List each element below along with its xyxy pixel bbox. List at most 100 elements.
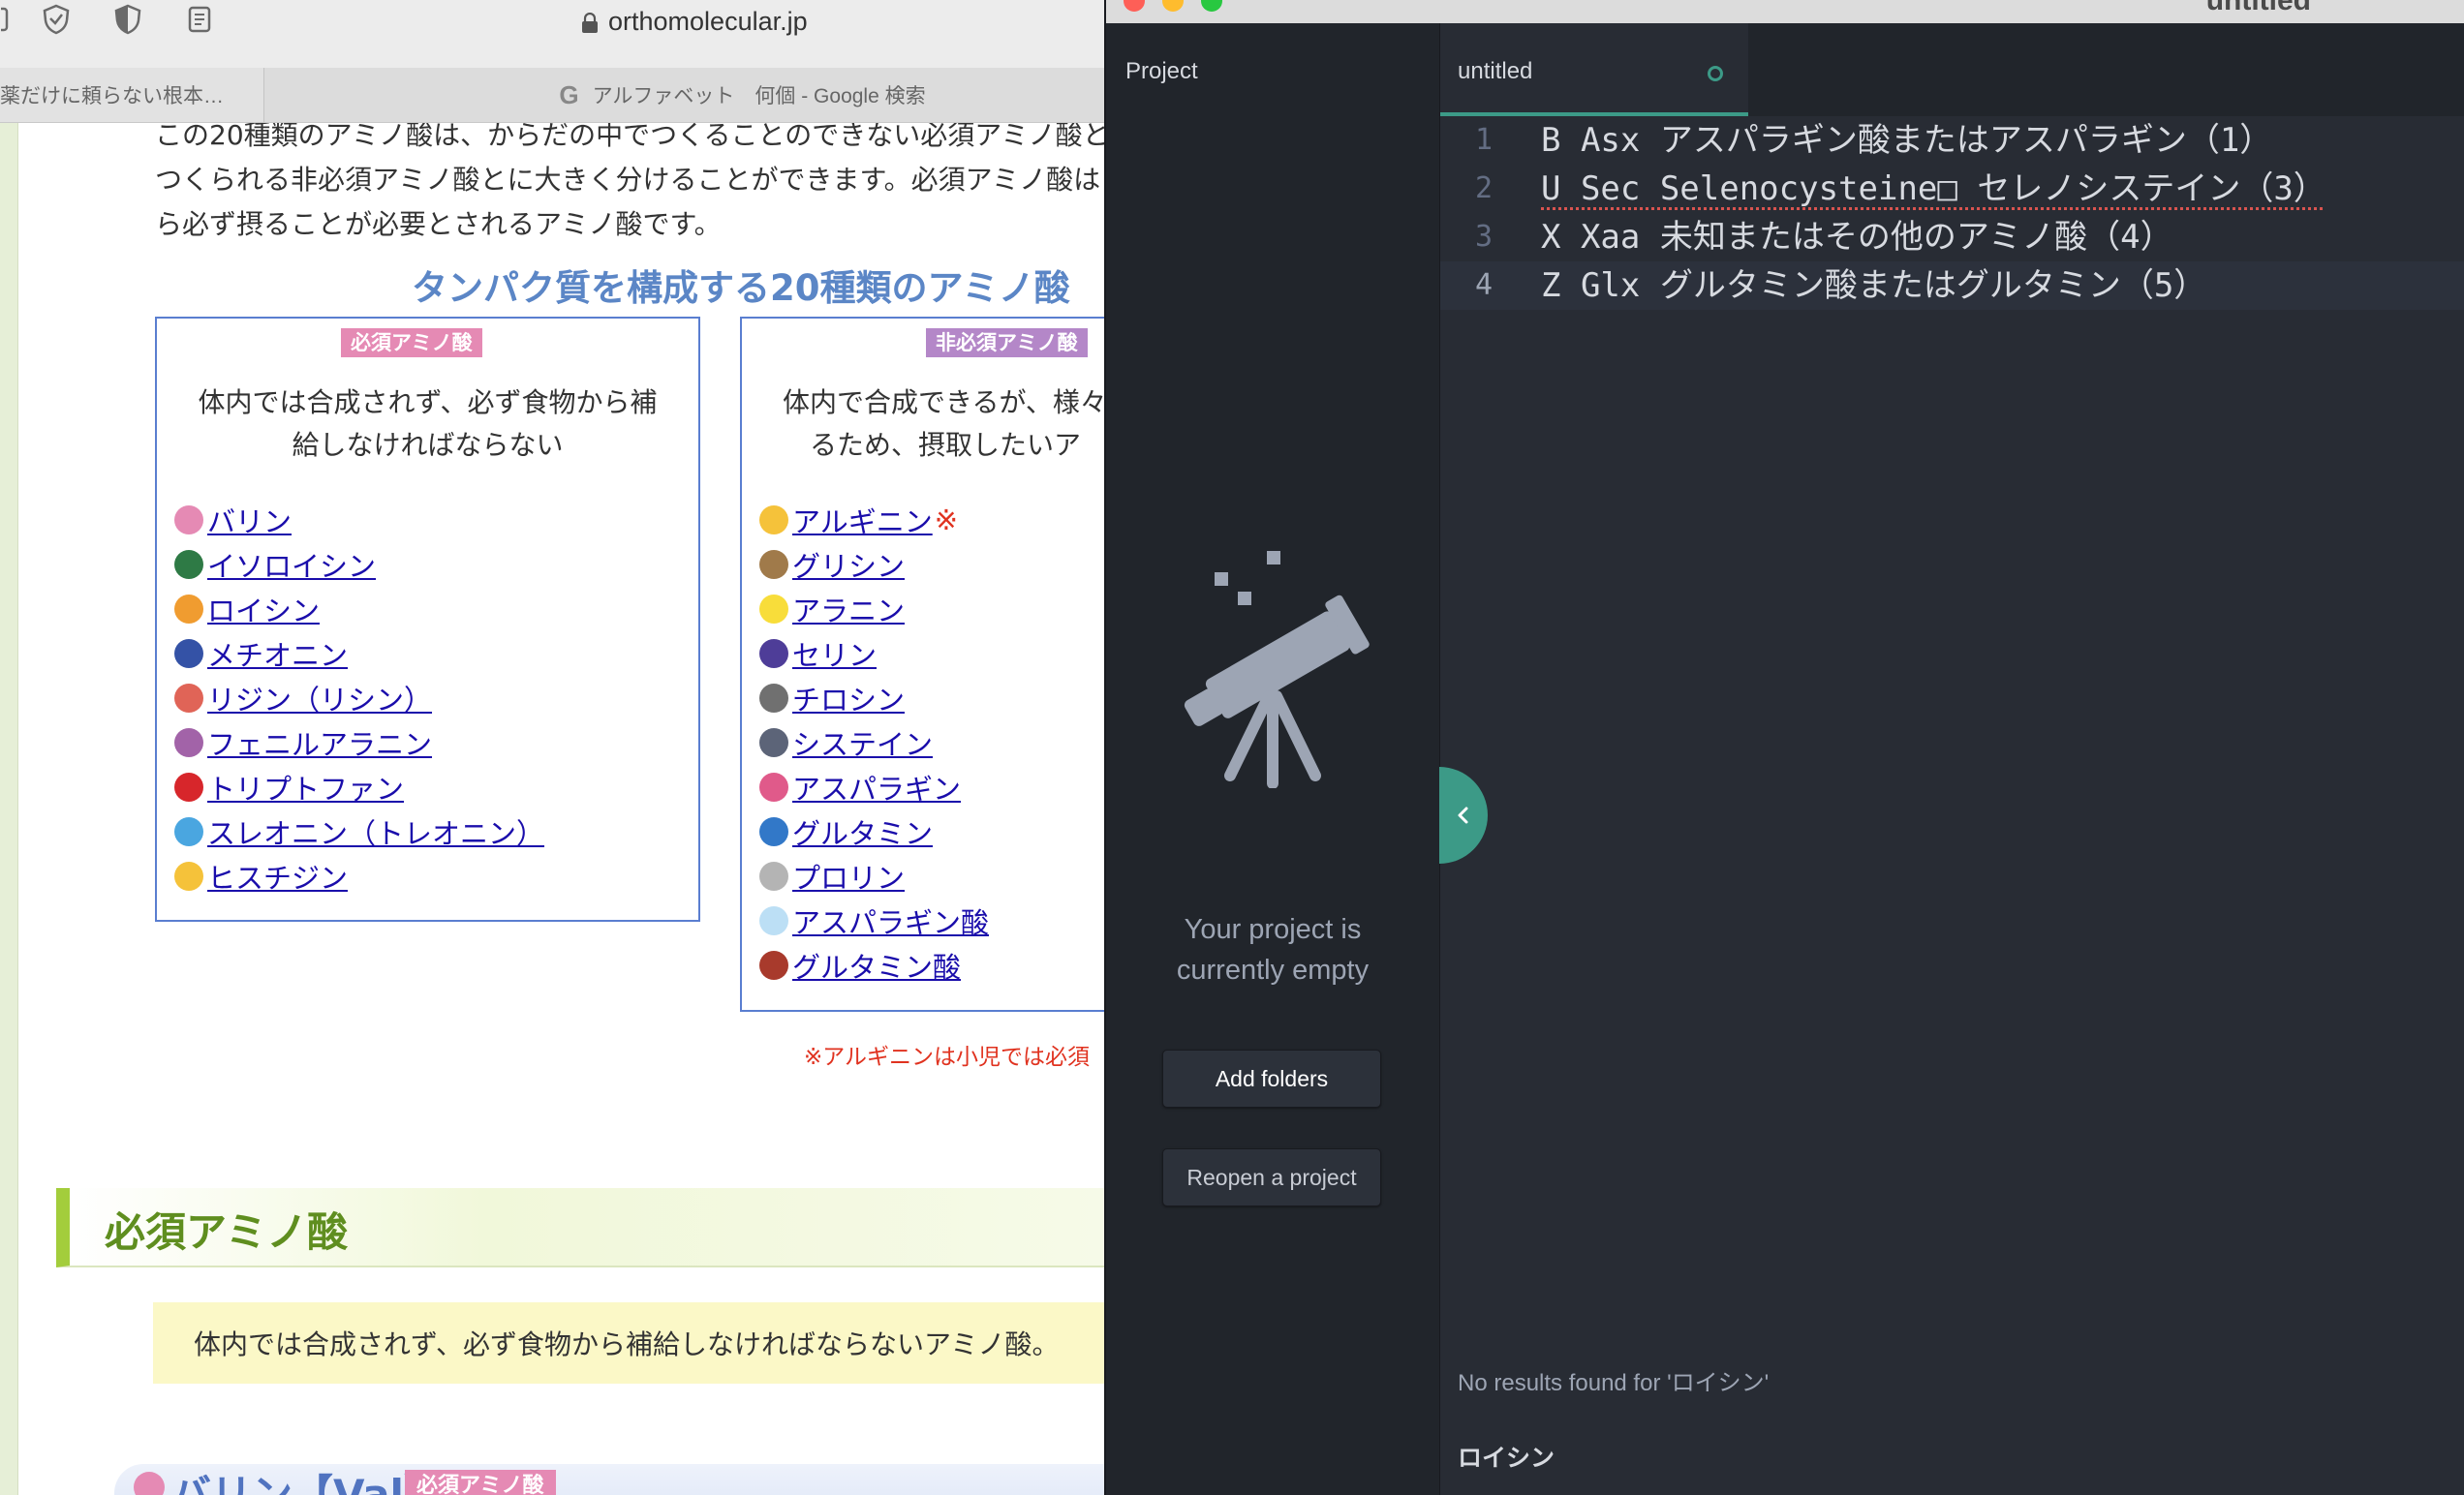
reopen-project-button[interactable]: Reopen a project (1162, 1148, 1381, 1206)
amino-acid-link[interactable]: トリプトファン (207, 767, 404, 808)
color-dot-icon (759, 550, 788, 579)
color-dot-icon (174, 639, 203, 668)
amino-acid-link[interactable]: ロイシン (207, 589, 320, 629)
amino-acid-link[interactable]: イソロイシン (207, 544, 376, 585)
code-editor[interactable]: 1 B Asx アスパラギン酸またはアスパラギン（1） 2 U Sec Selenoc… (1440, 116, 2464, 310)
amino-list-item: トリプトファン (174, 765, 544, 809)
amino-acid-link[interactable]: スレオニン（トレオニン） (207, 811, 544, 852)
amino-acid-link[interactable]: メチオニン (207, 633, 348, 674)
code-line[interactable]: 4 Z Glx グルタミン酸またはグルタミン（5） (1440, 261, 2464, 310)
tab-untitled[interactable]: untitled (1440, 23, 1748, 116)
line-text: B Asx アスパラギン酸またはアスパラギン（1） (1541, 121, 2273, 160)
editor-tab-bar: untitled (1440, 23, 2464, 116)
nonessential-amino-box: 非必須アミノ酸 体内で合成できるが、様々 るため、摂取したいア アルギニン ※ グリ… (740, 317, 1104, 1012)
amino-list-item: グルタミン酸 (759, 943, 989, 988)
amino-list-item: アスパラギン (759, 765, 989, 809)
editor-window: untitled Project Your project is current… (1104, 0, 2464, 1495)
color-dot-icon (759, 595, 788, 624)
arginine-note: ※アルギニンは小児では必須 (804, 1045, 1091, 1070)
amino-list-item: アスパラギン酸 (759, 899, 989, 943)
amino-acid-link[interactable]: セリン (792, 633, 877, 674)
color-dot-icon (174, 595, 203, 624)
valine-heading: バリン【Val】 必須アミノ酸 (114, 1464, 1104, 1495)
amino-acid-heading: タンパク質を構成する20種類のアミノ酸 (412, 267, 1070, 309)
url-text: orthomolecular.jp (608, 6, 808, 36)
essential-amino-list: バリン イソロイシン ロイシン メチオニン リジン（リシン） フェニルアラニン トリプトファ… (174, 498, 544, 899)
amino-list-item: メチオニン (174, 631, 544, 676)
color-dot-icon (759, 505, 788, 534)
modified-indicator-icon[interactable] (1708, 66, 1723, 81)
line-number: 1 (1474, 123, 1493, 157)
zoom-window-button[interactable] (1201, 0, 1222, 12)
amino-acid-link[interactable]: アラニン (792, 589, 905, 629)
color-dot-icon (174, 728, 203, 757)
editor-titlebar: untitled (1106, 0, 2464, 24)
browser-tab[interactable]: 薬だけに頼らない根本… (0, 68, 263, 122)
amino-list-item: フェニルアラニン (174, 720, 544, 765)
color-dot-icon (174, 550, 203, 579)
amino-list-item: ロイシン (174, 587, 544, 631)
nonessential-description: 体内で合成できるが、様々 るため、摂取したいア (783, 386, 1104, 461)
project-panel-title: Project (1125, 58, 1198, 84)
amino-acid-link[interactable]: グルタミン (792, 811, 933, 852)
browser-tab-bar: 薬だけに頼らない根本… G アルファベット 何個 - Google 検索 (0, 68, 1104, 123)
color-dot-icon (174, 505, 203, 534)
amino-acid-link[interactable]: バリン (207, 500, 292, 540)
color-dot-icon (759, 951, 788, 980)
code-line[interactable]: 1 B Asx アスパラギン酸またはアスパラギン（1） (1440, 116, 2464, 165)
telescope-icon (1184, 551, 1370, 788)
amino-list-item: リジン（リシン） (174, 676, 544, 720)
section-heading: 必須アミノ酸 (56, 1188, 1104, 1267)
intro-paragraph-line: この20種類のアミノ酸は、からだの中でつくることのできない必須アミノ酸と (155, 123, 1104, 151)
color-dot-icon (759, 817, 788, 846)
amino-acid-link[interactable]: フェニルアラニン (207, 722, 432, 763)
amino-acid-link[interactable]: アスパラギン (792, 767, 961, 808)
amino-list-item: セリン (759, 631, 989, 676)
browser-toolbar: orthomolecular.jp (0, 0, 1104, 68)
tab-title: 薬だけに頼らない根本… (0, 85, 224, 107)
add-folders-button[interactable]: Add folders (1162, 1050, 1381, 1108)
amino-acid-link[interactable]: チロシン (792, 678, 905, 718)
color-dot-icon (174, 817, 203, 846)
color-dot-icon (174, 773, 203, 802)
amino-list-item: システイン (759, 720, 989, 765)
browser-tab-active[interactable]: G アルファベット 何個 - Google 検索 (263, 68, 1104, 122)
color-dot-icon (759, 862, 788, 891)
amino-list-item: バリン (174, 498, 544, 542)
amino-acid-link[interactable]: システイン (792, 722, 933, 763)
intro-paragraph-line: つくられる非必須アミノ酸とに大きく分けることができます。必須アミノ酸は (155, 164, 1101, 196)
chevron-left-icon (1458, 807, 1468, 824)
close-window-button[interactable] (1124, 0, 1145, 12)
nonessential-badge: 非必須アミノ酸 (926, 328, 1088, 357)
code-line[interactable]: 2 U Sec Selenocysteine□ セレノシステイン（3） (1440, 165, 2464, 213)
privacy-shield-icon[interactable] (39, 2, 74, 37)
line-number: 2 (1474, 171, 1493, 205)
half-shield-icon[interactable] (110, 2, 145, 37)
minimize-window-button[interactable] (1162, 0, 1184, 12)
lock-icon (581, 11, 599, 33)
code-line[interactable]: 3 X Xaa 未知またはその他のアミノ酸（4） (1440, 213, 2464, 261)
address-bar[interactable]: orthomolecular.jp (581, 0, 872, 43)
section-heading-text: 必須アミノ酸 (105, 1208, 349, 1256)
amino-acid-link[interactable]: グルタミン酸 (792, 945, 961, 986)
reader-mode-icon[interactable] (182, 2, 217, 37)
line-text: Z Glx グルタミン酸またはグルタミン（5） (1541, 266, 2207, 305)
amino-list-item: アルギニン ※ (759, 498, 989, 542)
amino-acid-link[interactable]: プロリン (792, 856, 905, 897)
tab-title: アルファベット 何個 - Google 検索 (592, 85, 926, 107)
amino-acid-link[interactable]: グリシン (792, 544, 905, 585)
search-term: ロイシン (1458, 1444, 1555, 1472)
amino-list-item: グルタミン (759, 809, 989, 854)
color-dot-icon (759, 728, 788, 757)
sidebar-icon[interactable] (0, 2, 35, 37)
amino-acid-link[interactable]: アスパラギン酸 (792, 900, 989, 941)
web-page: この20種類のアミノ酸は、からだの中でつくることのできない必須アミノ酸と つくら… (0, 123, 1104, 1495)
line-text: U Sec Selenocysteine□ セレノシステイン（3） (1541, 169, 2326, 208)
amino-acid-link[interactable]: リジン（リシン） (207, 678, 432, 718)
amino-acid-link[interactable]: アルギニン (792, 500, 933, 540)
project-tree-panel: Project Your project is currently empty … (1106, 23, 1440, 1495)
nonessential-amino-list: アルギニン ※ グリシン アラニン セリン チロシン システイン アスパラギン グルタミン プロリ… (759, 498, 989, 988)
amino-list-item: チロシン (759, 676, 989, 720)
collapse-panel-button[interactable] (1439, 767, 1488, 864)
amino-acid-link[interactable]: ヒスチジン (207, 856, 348, 897)
